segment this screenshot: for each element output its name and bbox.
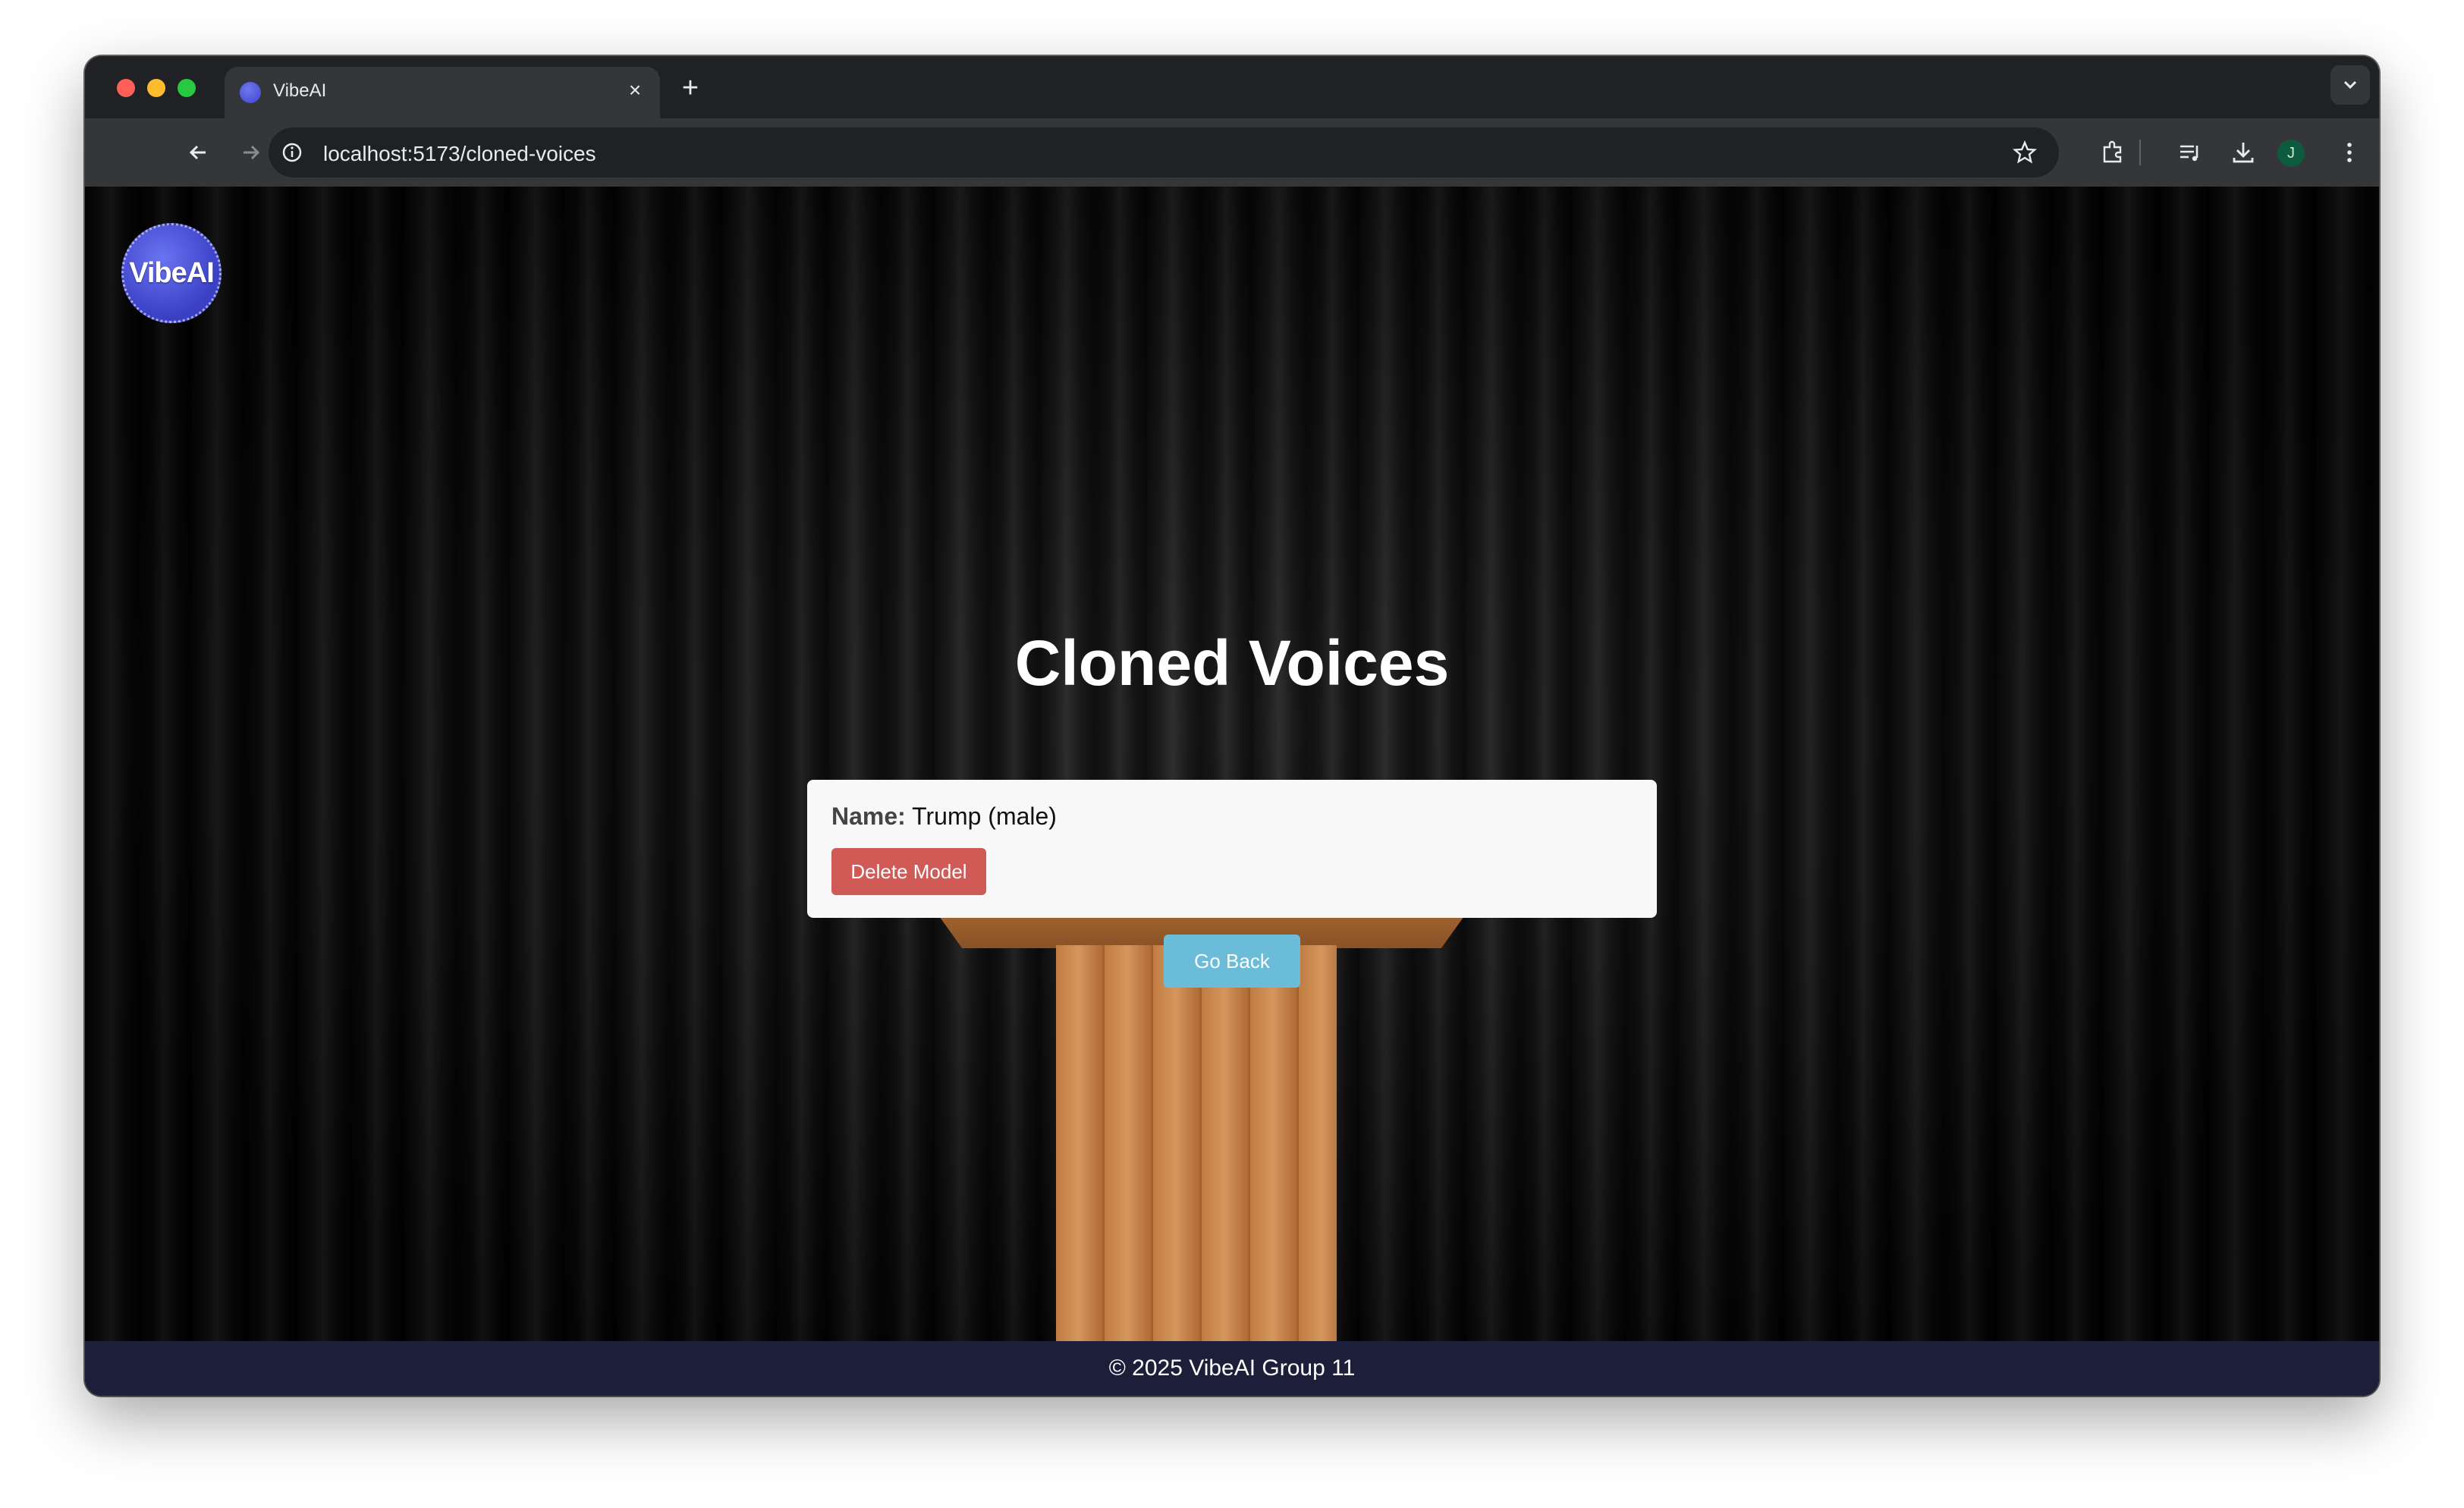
menu-icon — [2347, 143, 2352, 162]
star-icon[interactable] — [2012, 140, 2038, 165]
tab-search-icon — [2343, 80, 2357, 90]
vibeai-logo[interactable]: VibeAI — [121, 223, 222, 323]
address-bar[interactable]: localhost:5173/cloned-voices — [269, 127, 2059, 178]
podium-column — [1056, 945, 1337, 1396]
go-back-button[interactable]: Go Back — [1164, 935, 1300, 988]
favicon-icon — [240, 82, 261, 103]
browser-toolbar: localhost:5173/cloned-voices J — [85, 118, 2379, 187]
profile-avatar[interactable]: J — [2277, 140, 2305, 167]
page-title: Cloned Voices — [1014, 627, 1450, 699]
close-window-button[interactable] — [117, 79, 135, 97]
downloads-button[interactable] — [2226, 135, 2261, 170]
tab-title: VibeAI — [273, 80, 327, 101]
tab-strip: VibeAI × + — [85, 56, 2379, 118]
logo-text: VibeAI — [129, 256, 215, 289]
browser-window: VibeAI × + localhost:5173/cloned-voices … — [85, 56, 2379, 1396]
info-icon[interactable] — [279, 140, 305, 165]
voice-name-value: Trump (male) — [912, 803, 1057, 830]
forward-icon — [244, 145, 260, 160]
toolbar-divider — [2139, 140, 2141, 165]
delete-model-button[interactable]: Delete Model — [831, 848, 986, 895]
close-tab-icon[interactable]: × — [624, 79, 646, 102]
extensions-icon — [2103, 140, 2122, 163]
voice-name-label: Name: — [831, 803, 906, 830]
tab-vibeai[interactable]: VibeAI × — [225, 67, 660, 118]
url-text[interactable]: localhost:5173/cloned-voices — [323, 142, 596, 166]
voice-name-line: Name: Trump (male) — [831, 803, 1057, 831]
extensions-button[interactable] — [2095, 135, 2130, 170]
reading-list-icon — [2180, 145, 2198, 162]
minimize-window-button[interactable] — [147, 79, 165, 97]
browser-menu-button[interactable] — [2332, 135, 2367, 170]
page-viewport: VibeAI Cloned Voices Name: Trump (male) … — [85, 187, 2379, 1396]
new-tab-button[interactable]: + — [675, 73, 706, 103]
back-button[interactable] — [181, 135, 215, 170]
footer-text: © 2025 VibeAI Group 11 — [1108, 1356, 1356, 1381]
tab-search-button[interactable] — [2330, 65, 2370, 105]
zoom-window-button[interactable] — [178, 79, 196, 97]
forward-button[interactable] — [234, 135, 269, 170]
page-footer: © 2025 VibeAI Group 11 — [85, 1341, 2379, 1396]
voice-card: Name: Trump (male) Delete Model — [807, 780, 1657, 918]
back-icon — [189, 145, 206, 160]
reading-list-button[interactable] — [2173, 135, 2208, 170]
download-icon — [2233, 143, 2254, 163]
